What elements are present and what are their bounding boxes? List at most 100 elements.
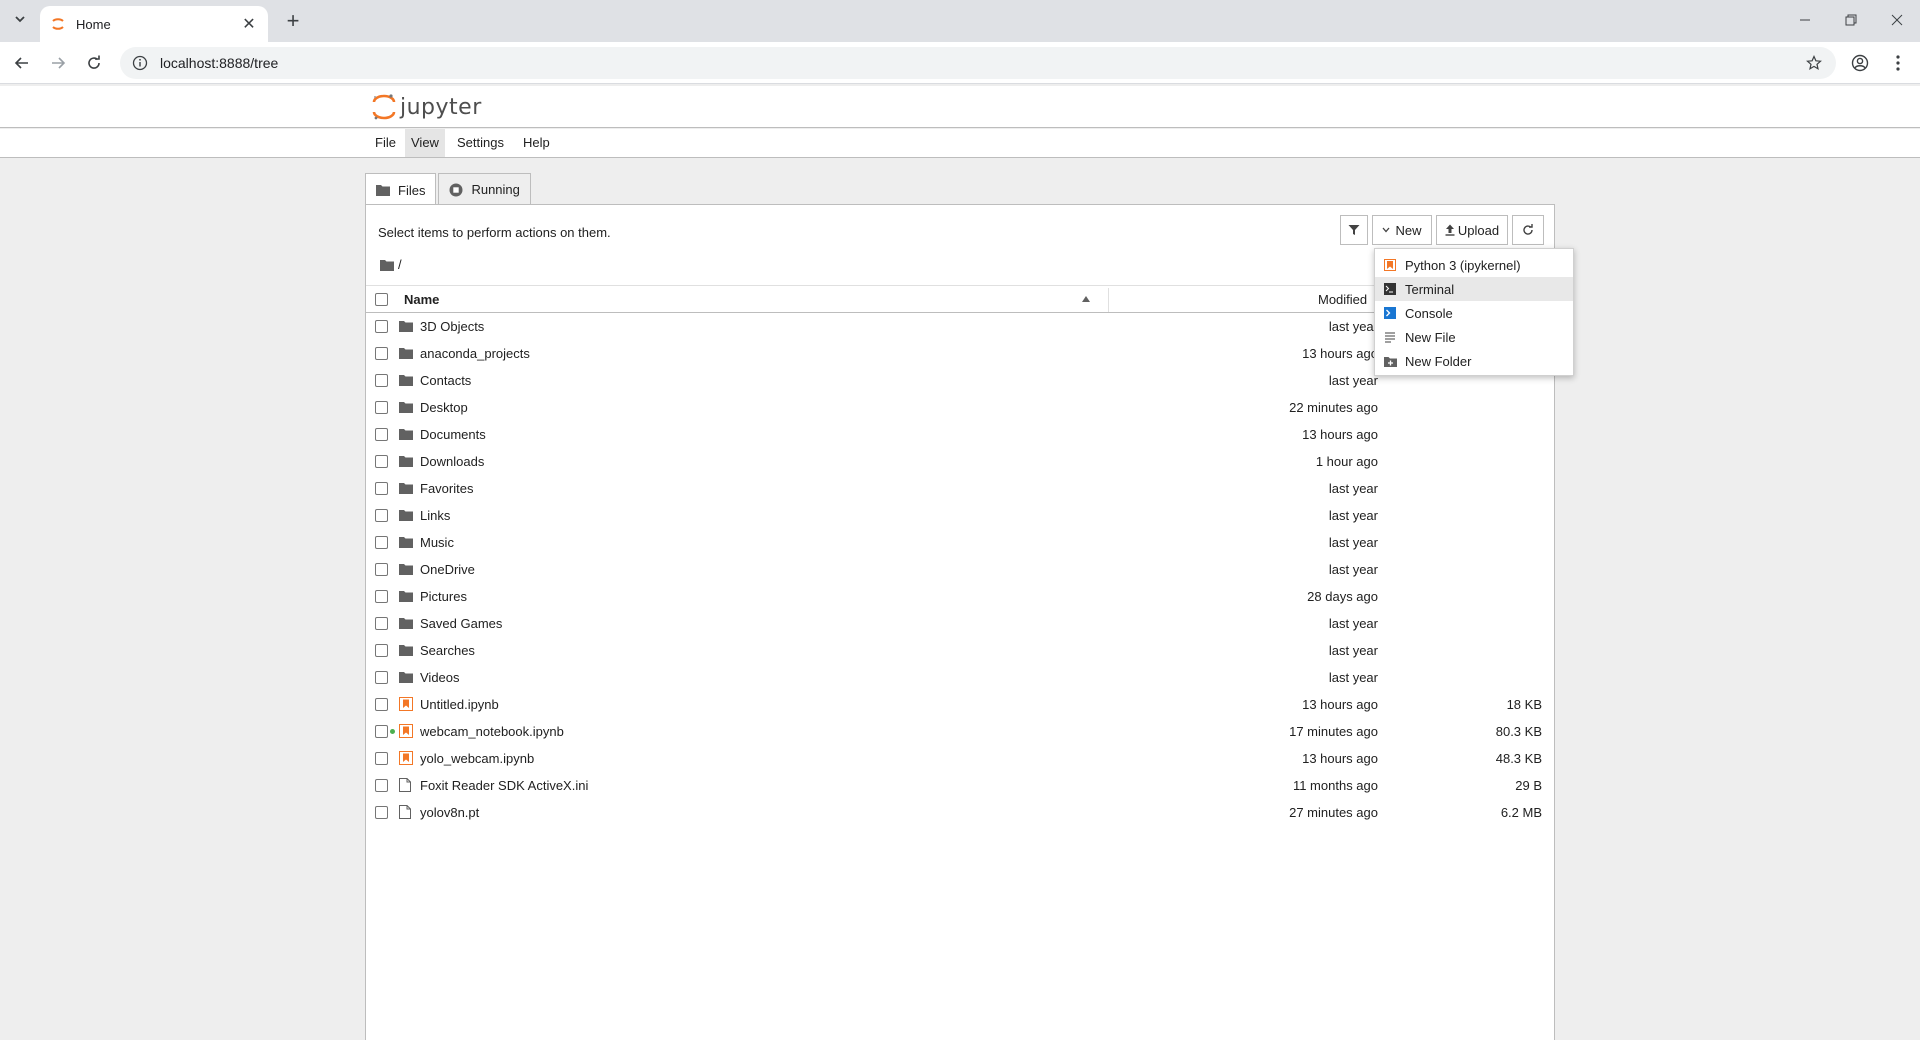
address-bar[interactable]: localhost:8888/tree (120, 47, 1836, 79)
new-terminal[interactable]: Terminal (1375, 277, 1573, 301)
browser-tab-home[interactable]: Home ✕ (40, 6, 268, 42)
row-checkbox[interactable] (375, 509, 388, 522)
minimize-window-icon[interactable] (1782, 0, 1828, 40)
row-checkbox[interactable] (375, 482, 388, 495)
row-checkbox[interactable] (375, 320, 388, 333)
breadcrumb-path[interactable]: / (398, 257, 402, 272)
file-row[interactable]: yolov8n.pt 27 minutes ago 6.2 MB (366, 799, 1554, 826)
file-name[interactable]: Contacts (420, 373, 471, 388)
row-checkbox[interactable] (375, 455, 388, 468)
file-name[interactable]: webcam_notebook.ipynb (420, 724, 564, 739)
file-name[interactable]: yolov8n.pt (420, 805, 479, 820)
file-row[interactable]: Foxit Reader SDK ActiveX.ini 11 months ag… (366, 772, 1554, 799)
file-name[interactable]: Links (420, 508, 450, 523)
file-row[interactable]: Documents 13 hours ago (366, 421, 1554, 448)
folder-icon (399, 400, 413, 414)
file-size: 29 B (1515, 778, 1542, 793)
column-modified-header[interactable]: Modified (1318, 292, 1367, 307)
file-modified: 13 hours ago (1302, 427, 1378, 442)
file-row[interactable]: Untitled.ipynb 13 hours ago 18 KB (366, 691, 1554, 718)
file-modified: 13 hours ago (1302, 697, 1378, 712)
new-file[interactable]: New File (1375, 325, 1573, 349)
file-name[interactable]: Pictures (420, 589, 467, 604)
row-checkbox[interactable] (375, 374, 388, 387)
row-checkbox[interactable] (375, 401, 388, 414)
row-checkbox[interactable] (375, 563, 388, 576)
upload-button[interactable]: Upload (1436, 215, 1508, 245)
file-row[interactable]: Pictures 28 days ago (366, 583, 1554, 610)
file-name[interactable]: Desktop (420, 400, 468, 415)
breadcrumb: / (380, 257, 402, 272)
row-checkbox[interactable] (375, 752, 388, 765)
tab-running[interactable]: Running (438, 173, 531, 205)
file-row[interactable]: Favorites last year (366, 475, 1554, 502)
profile-icon[interactable] (1846, 49, 1874, 77)
file-icon (399, 778, 413, 792)
file-name[interactable]: Videos (420, 670, 460, 685)
file-row[interactable]: Desktop 22 minutes ago (366, 394, 1554, 421)
new-tab-icon[interactable]: + (280, 8, 306, 34)
select-all-checkbox[interactable] (375, 293, 388, 306)
file-row[interactable]: webcam_notebook.ipynb 17 minutes ago 80.3 … (366, 718, 1554, 745)
close-tab-icon[interactable]: ✕ (240, 15, 258, 33)
file-name[interactable]: OneDrive (420, 562, 475, 577)
row-checkbox[interactable] (375, 617, 388, 630)
forward-arrow-icon[interactable] (44, 49, 72, 77)
new-console[interactable]: Console (1375, 301, 1573, 325)
file-row[interactable]: Searches last year (366, 637, 1554, 664)
new-folder[interactable]: New Folder (1375, 349, 1573, 373)
file-name[interactable]: yolo_webcam.ipynb (420, 751, 534, 766)
row-checkbox[interactable] (375, 644, 388, 657)
file-name[interactable]: anaconda_projects (420, 346, 530, 361)
file-name[interactable]: Downloads (420, 454, 484, 469)
file-name[interactable]: Documents (420, 427, 486, 442)
browser-menu-icon[interactable] (1884, 49, 1912, 77)
file-name[interactable]: Untitled.ipynb (420, 697, 499, 712)
file-icon (399, 805, 413, 819)
new-notebook-python3[interactable]: Python 3 (ipykernel) (1375, 253, 1573, 277)
column-divider[interactable] (1108, 288, 1109, 312)
file-row[interactable]: Videos last year (366, 664, 1554, 691)
back-arrow-icon[interactable] (8, 49, 36, 77)
home-folder-icon[interactable] (380, 259, 394, 271)
new-button[interactable]: New (1372, 215, 1432, 245)
menu-view[interactable]: View (405, 129, 445, 157)
file-row[interactable]: Downloads 1 hour ago (366, 448, 1554, 475)
row-checkbox[interactable] (375, 806, 388, 819)
file-row[interactable]: yolo_webcam.ipynb 13 hours ago 48.3 KB (366, 745, 1554, 772)
jupyter-logo[interactable]: jupyter (372, 93, 482, 121)
site-info-icon[interactable] (132, 55, 148, 71)
bookmark-star-icon[interactable] (1806, 55, 1822, 71)
row-checkbox[interactable] (375, 347, 388, 360)
new-file-label: New File (1405, 329, 1456, 345)
file-name[interactable]: Music (420, 535, 454, 550)
file-name[interactable]: Foxit Reader SDK ActiveX.ini (420, 778, 588, 793)
close-window-icon[interactable] (1874, 0, 1920, 40)
column-name-header[interactable]: Name (404, 292, 439, 307)
menu-file[interactable]: File (369, 129, 402, 157)
tab-search-chevron-icon[interactable] (7, 6, 33, 32)
file-name[interactable]: Favorites (420, 481, 473, 496)
reload-icon[interactable] (80, 49, 108, 77)
row-checkbox[interactable] (375, 671, 388, 684)
menu-settings[interactable]: Settings (451, 129, 510, 157)
file-name[interactable]: 3D Objects (420, 319, 484, 334)
row-checkbox[interactable] (375, 779, 388, 792)
row-checkbox[interactable] (375, 536, 388, 549)
refresh-button[interactable] (1512, 215, 1544, 245)
tab-files[interactable]: Files (365, 173, 437, 206)
file-row[interactable]: Links last year (366, 502, 1554, 529)
file-name[interactable]: Saved Games (420, 616, 502, 631)
jupyter-favicon-icon (52, 18, 64, 30)
row-checkbox[interactable] (375, 590, 388, 603)
row-checkbox[interactable] (375, 428, 388, 441)
menu-help[interactable]: Help (517, 129, 556, 157)
file-name[interactable]: Searches (420, 643, 475, 658)
file-row[interactable]: Saved Games last year (366, 610, 1554, 637)
file-row[interactable]: Music last year (366, 529, 1554, 556)
restore-window-icon[interactable] (1828, 0, 1874, 40)
filter-button[interactable] (1340, 215, 1368, 245)
file-row[interactable]: OneDrive last year (366, 556, 1554, 583)
row-checkbox[interactable] (375, 725, 388, 738)
row-checkbox[interactable] (375, 698, 388, 711)
